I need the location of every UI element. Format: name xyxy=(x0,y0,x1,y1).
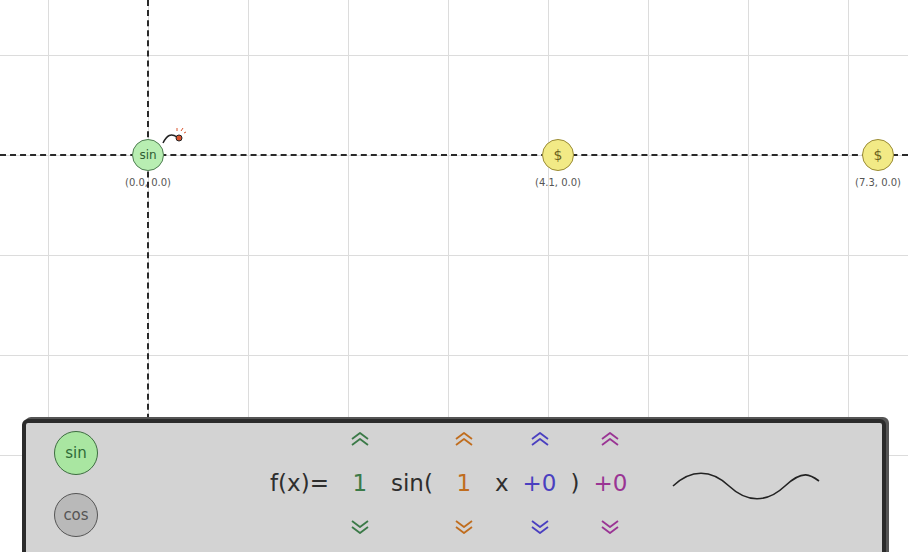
fuse-icon xyxy=(161,127,187,147)
decrease-chevron-icon[interactable] xyxy=(598,519,622,535)
player-disc[interactable]: sin xyxy=(132,139,164,171)
control-panel: sincos f(x)=1sin(1x+0)+0 xyxy=(22,419,886,552)
decrease-chevron-icon[interactable] xyxy=(348,519,372,535)
formula-text: sin( xyxy=(389,466,435,501)
function-picker: sin cos xyxy=(26,423,126,537)
parameter-value: 1 xyxy=(457,466,472,501)
formula-text: x xyxy=(493,466,511,501)
formula-parameter: +0 xyxy=(593,431,627,535)
decrease-chevron-icon[interactable] xyxy=(528,519,552,535)
parameter-value: 1 xyxy=(353,466,368,501)
parameter-value: +0 xyxy=(594,466,628,501)
increase-chevron-icon[interactable] xyxy=(452,431,476,447)
parameter-value: +0 xyxy=(523,466,557,501)
formula-text: ) xyxy=(569,466,582,501)
formula-parameter: 1 xyxy=(343,431,377,535)
formula-parameter: 1 xyxy=(447,431,481,535)
coin-disc: $ xyxy=(542,139,574,171)
increase-chevron-icon[interactable] xyxy=(598,431,622,447)
formula-parameter: +0 xyxy=(523,431,557,535)
formula: f(x)=1sin(1x+0)+0 xyxy=(268,431,627,535)
coin-token: $ (4.1, 0.0) xyxy=(513,139,603,190)
player-token[interactable]: sin (0.0, 0.0) xyxy=(103,139,193,190)
function-button[interactable]: sin xyxy=(54,431,98,475)
coordinate-label: (7.3, 0.0) xyxy=(855,175,901,190)
game-board: sin (0.0, 0.0) $ (4.1, 0.0) $ (7.3, 0.0) sin c… xyxy=(0,0,908,552)
coin-disc: $ xyxy=(862,139,894,171)
coordinate-label: (0.0, 0.0) xyxy=(125,175,171,190)
coordinate-label: (4.1, 0.0) xyxy=(535,175,581,190)
formula-text: f(x)= xyxy=(268,466,331,501)
function-button[interactable]: cos xyxy=(54,493,98,537)
wave-preview-icon xyxy=(671,471,821,501)
coin-token: $ (7.3, 0.0) xyxy=(833,139,908,190)
y-axis xyxy=(147,0,149,440)
increase-chevron-icon[interactable] xyxy=(528,431,552,447)
increase-chevron-icon[interactable] xyxy=(348,431,372,447)
decrease-chevron-icon[interactable] xyxy=(452,519,476,535)
